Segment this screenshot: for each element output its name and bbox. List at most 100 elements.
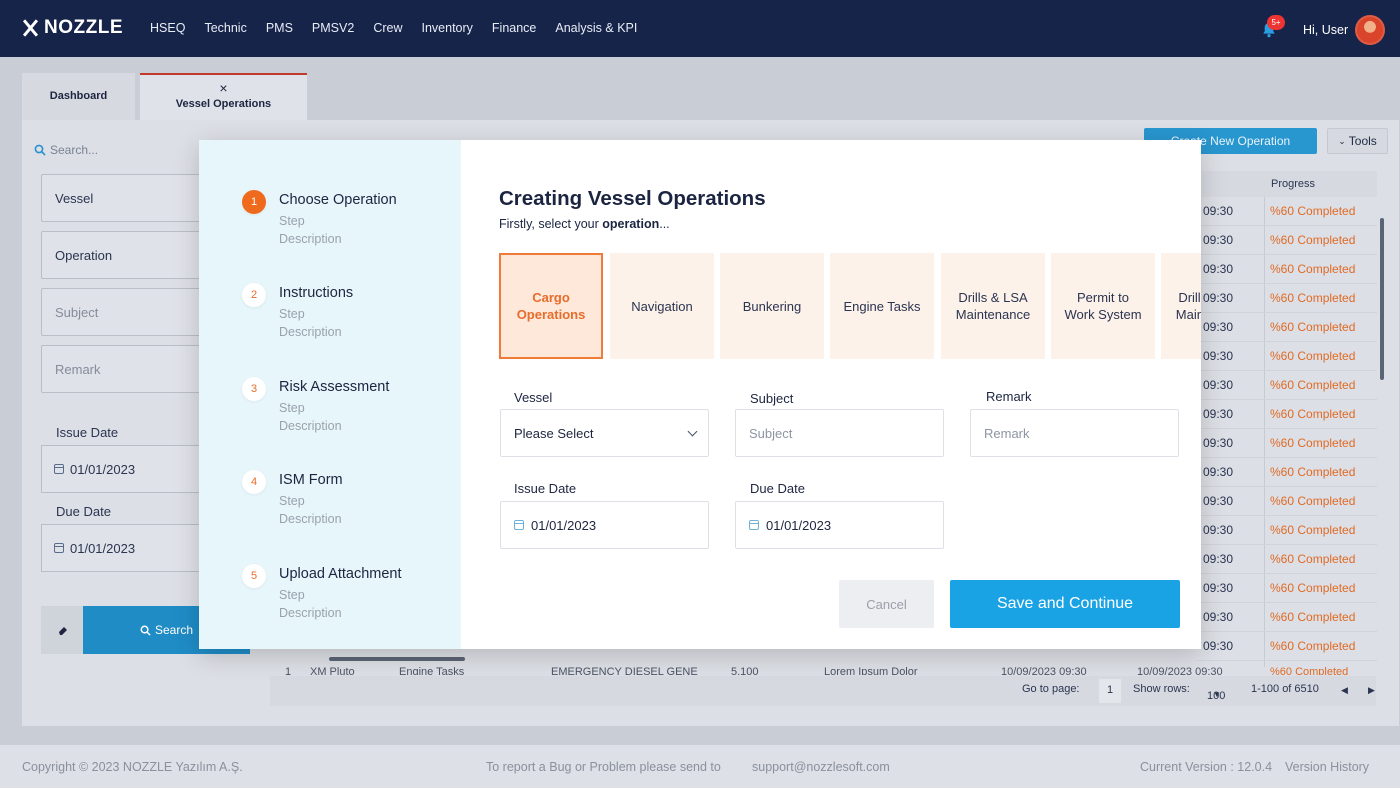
table-row[interactable]: 09:30 %60 Completed bbox=[1197, 371, 1377, 400]
clear-filters-button[interactable] bbox=[41, 606, 84, 654]
operation-card-bunkering[interactable]: Bunkering bbox=[720, 253, 824, 359]
operation-card-engine-tasks[interactable]: Engine Tasks bbox=[830, 253, 934, 359]
operation-filter[interactable]: Operation bbox=[41, 231, 211, 279]
tab-dashboard[interactable]: Dashboard bbox=[22, 73, 135, 121]
issue-date-input[interactable]: 01/01/2023 bbox=[500, 501, 709, 549]
operation-card-drills-lsa-maintenance[interactable]: Drills & LSA Maintenance bbox=[941, 253, 1045, 359]
next-page-icon[interactable]: ▶ bbox=[1368, 685, 1375, 696]
user-greeting[interactable]: Hi, User bbox=[1303, 23, 1348, 37]
show-rows-label: Show rows: bbox=[1133, 683, 1190, 695]
step-title: Upload Attachment bbox=[279, 566, 402, 582]
table-row[interactable]: 09:30 %60 Completed bbox=[1197, 342, 1377, 371]
close-tab-icon[interactable]: × bbox=[140, 81, 307, 95]
save-and-continue-button[interactable]: Save and Continue bbox=[950, 580, 1180, 628]
nav-item-finance[interactable]: Finance bbox=[492, 21, 536, 35]
operation-card-drills-lsa-maintenance-2[interactable]: Drills & LSA Maintenance bbox=[1161, 253, 1201, 359]
cancel-button[interactable]: Cancel bbox=[839, 580, 934, 628]
nav-item-crew[interactable]: Crew bbox=[373, 21, 402, 35]
table-row[interactable]: 09:30 %60 Completed bbox=[1197, 284, 1377, 313]
issue-date-filter[interactable]: 01/01/2023 bbox=[41, 445, 211, 493]
due-time-cell: 09:30 bbox=[1203, 436, 1234, 450]
due-time-cell: 09:30 bbox=[1203, 581, 1234, 595]
table-row[interactable]: 09:30 %60 Completed bbox=[1197, 313, 1377, 342]
step-subtitle: Step bbox=[279, 307, 305, 321]
remark-filter[interactable]: Remark bbox=[41, 345, 211, 393]
table-row[interactable]: 09:30 %60 Completed bbox=[1197, 545, 1377, 574]
issue-date-cell: 10/09/2023 09:30 bbox=[1001, 666, 1087, 675]
support-email-link[interactable]: support@nozzlesoft.com bbox=[752, 760, 890, 774]
subject-filter[interactable]: Subject bbox=[41, 288, 211, 336]
progress-cell: %60 Completed bbox=[1270, 552, 1356, 566]
main-menu: HSEQ Technic PMS PMSV2 Crew Inventory Fi… bbox=[150, 21, 637, 35]
prev-page-icon[interactable]: ◀ bbox=[1341, 685, 1348, 696]
operation-card-cargo-operations[interactable]: Cargo Operations bbox=[499, 253, 603, 359]
step-title: Choose Operation bbox=[279, 192, 397, 208]
vessel-filter[interactable]: Vessel bbox=[41, 174, 211, 222]
table-row[interactable]: 09:30 %60 Completed bbox=[1197, 632, 1377, 661]
table-row[interactable]: 09:30 %60 Completed bbox=[1197, 574, 1377, 603]
table-row[interactable]: 09:30 %60 Completed bbox=[1197, 226, 1377, 255]
table-row[interactable]: 09:30 %60 Completed bbox=[1197, 487, 1377, 516]
vertical-scrollbar[interactable] bbox=[1380, 218, 1384, 380]
table-row[interactable]: 09:30 %60 Completed bbox=[1197, 197, 1377, 226]
table-row[interactable]: 09:30 %60 Completed bbox=[1197, 603, 1377, 632]
operation-cell: Engine Tasks bbox=[399, 666, 465, 675]
operation-cards: Cargo Operations Navigation Bunkering Eng… bbox=[499, 253, 1201, 359]
due-date-filter[interactable]: 01/01/2023 bbox=[41, 524, 211, 572]
operation-card-label: Permit to bbox=[1076, 290, 1129, 305]
table-row[interactable]: 09:30 %60 Completed bbox=[1197, 516, 1377, 545]
operation-card-label-2: Maintenance bbox=[955, 307, 1031, 322]
step-number: 5 bbox=[242, 564, 266, 588]
user-avatar[interactable] bbox=[1355, 15, 1385, 45]
code-cell: 5.100 bbox=[731, 666, 759, 675]
logo-mark-icon bbox=[22, 19, 38, 37]
due-time-cell: 09:30 bbox=[1203, 407, 1234, 421]
due-time-cell: 09:30 bbox=[1203, 494, 1234, 508]
subject-input[interactable]: Subject bbox=[735, 409, 944, 457]
due-time-cell: 09:30 bbox=[1203, 320, 1234, 334]
table-row[interactable]: 09:30 %60 Completed bbox=[1197, 400, 1377, 429]
due-time-cell: 09:30 bbox=[1203, 610, 1234, 624]
current-version: Current Version : 12.0.4 bbox=[1140, 760, 1273, 774]
tab-vessel-operations-label: Vessel Operations bbox=[175, 98, 272, 110]
column-header-progress[interactable]: Progress bbox=[1271, 178, 1315, 190]
due-date-value: 01/01/2023 bbox=[766, 517, 832, 533]
issue-date-filter-value: 01/01/2023 bbox=[70, 461, 136, 477]
due-time-cell: 09:30 bbox=[1203, 291, 1234, 305]
sidebar-search[interactable]: Search... bbox=[34, 143, 98, 157]
due-date-input[interactable]: 01/01/2023 bbox=[735, 501, 944, 549]
nav-item-technic[interactable]: Technic bbox=[204, 21, 246, 35]
horizontal-scrollbar[interactable] bbox=[329, 657, 465, 661]
nav-item-pmsv2[interactable]: PMSV2 bbox=[312, 21, 354, 35]
step-number: 1 bbox=[242, 190, 266, 214]
nav-item-pms[interactable]: PMS bbox=[266, 21, 293, 35]
progress-cell: %60 Completed bbox=[1270, 349, 1356, 363]
nav-item-analysis-kpi[interactable]: Analysis & KPI bbox=[555, 21, 637, 35]
operation-card-label: Drills & LSA bbox=[1178, 290, 1201, 305]
operation-card-permit-to-work-system[interactable]: Permit to Work System bbox=[1051, 253, 1155, 359]
subtitle-emphasis: operation bbox=[602, 217, 660, 231]
progress-cell: %60 Completed bbox=[1270, 436, 1356, 450]
step-number: 4 bbox=[242, 470, 266, 494]
app-logo[interactable]: NOZZLE bbox=[22, 17, 123, 39]
modal-subtitle: Firstly, select your operation... bbox=[499, 217, 670, 231]
table-row[interactable]: 09:30 %60 Completed bbox=[1197, 429, 1377, 458]
table-row[interactable]: 09:30 %60 Completed bbox=[1197, 255, 1377, 284]
operation-card-label: Cargo bbox=[532, 290, 570, 305]
tab-vessel-operations[interactable]: × Vessel Operations bbox=[140, 73, 307, 121]
issue-date-filter-label: Issue Date bbox=[56, 425, 119, 440]
table-row[interactable]: 1 XM Pluto Engine Tasks EMERGENCY DIESEL… bbox=[270, 664, 1376, 675]
due-time-cell: 09:30 bbox=[1203, 465, 1234, 479]
nav-item-hseq[interactable]: HSEQ bbox=[150, 21, 185, 35]
vessel-select[interactable]: Please Select bbox=[500, 409, 709, 457]
remark-input[interactable]: Remark bbox=[970, 409, 1179, 457]
footer: Copyright © 2023 NOZZLE Yazılım A.Ş. To … bbox=[0, 745, 1400, 788]
table-row[interactable]: 09:30 %60 Completed bbox=[1197, 458, 1377, 487]
tools-button[interactable]: ⌄ Tools bbox=[1327, 128, 1388, 154]
operation-card-navigation[interactable]: Navigation bbox=[610, 253, 714, 359]
nav-item-inventory[interactable]: Inventory bbox=[421, 21, 472, 35]
eraser-icon bbox=[58, 627, 67, 635]
page-number-input[interactable]: 1 bbox=[1099, 679, 1121, 703]
operation-card-label-2: Work System bbox=[1064, 307, 1142, 322]
version-history-link[interactable]: Version History bbox=[1285, 760, 1369, 774]
